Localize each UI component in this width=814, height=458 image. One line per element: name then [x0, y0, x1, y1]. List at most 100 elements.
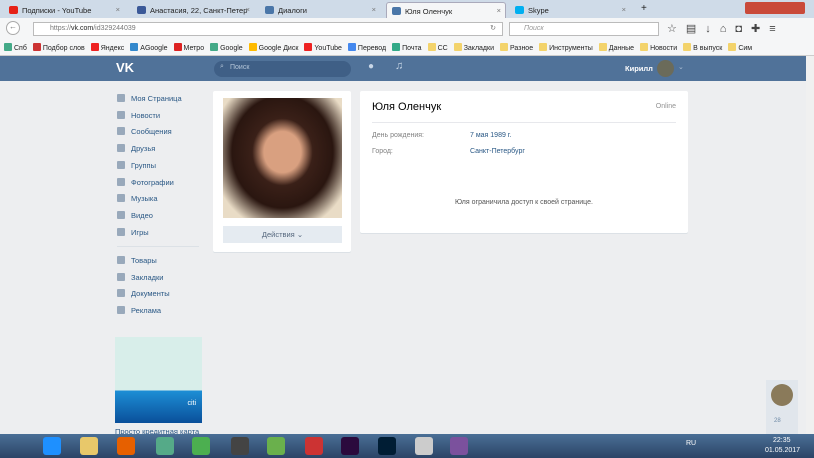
bookmark-item[interactable]: Подбор слов	[32, 43, 85, 52]
ad-image[interactable]: citi	[115, 337, 202, 423]
taskbar-app-icon[interactable]	[192, 437, 210, 455]
tab-skype[interactable]: Skype ×	[510, 2, 630, 18]
sidebar-item[interactable]: Моя Страница	[117, 94, 182, 103]
taskbar-app-icon[interactable]	[341, 437, 359, 455]
bookmark-item[interactable]: Новости	[640, 43, 677, 52]
window-controls[interactable]	[745, 2, 805, 14]
toolbar-icons[interactable]: ☆▤↓⌂◘✚≡	[667, 22, 785, 35]
profile-photo[interactable]	[223, 98, 342, 218]
chevron-down-icon[interactable]: ⌄	[678, 63, 684, 71]
bookmark-icon	[728, 43, 737, 51]
sidebar-item-label: Фотографии	[131, 177, 174, 187]
tab-label: Юля Оленчук	[405, 7, 453, 16]
reload-icon[interactable]: ↻	[490, 24, 496, 32]
bookmark-item[interactable]: CC	[427, 43, 448, 52]
bookmark-item[interactable]: Яндекс	[90, 43, 124, 52]
sidebar-item-label: Закладки	[131, 272, 164, 282]
bookmark-item[interactable]: Почта	[392, 43, 422, 52]
close-icon[interactable]: ×	[372, 5, 376, 14]
sidebar-item-label: Друзья	[131, 144, 156, 154]
bookmark-item[interactable]: Google Диск	[248, 43, 299, 52]
browser-search-input[interactable]: Поиск	[509, 22, 659, 36]
sidebar-item[interactable]: Документы	[117, 289, 170, 298]
bookmark-item[interactable]: Метро	[173, 43, 204, 52]
sidebar-item[interactable]: Закладки	[117, 272, 164, 282]
bookmark-item[interactable]: В выпуск	[683, 43, 722, 52]
birthday-value[interactable]: 7 мая 1989 г.	[470, 132, 511, 139]
sidebar-item[interactable]: Музыка	[117, 194, 158, 203]
taskbar-app-icon[interactable]	[231, 437, 249, 455]
youtube-icon	[9, 6, 18, 14]
online-count: 28	[774, 418, 781, 424]
menu-icon	[117, 127, 125, 136]
new-tab-button[interactable]: +	[637, 2, 647, 18]
vk-header: VK ● ♫ Кирилл ⌄	[0, 56, 806, 81]
tab-profile[interactable]: Юля Оленчук ×	[386, 2, 506, 18]
sidebar-item[interactable]: Игры	[117, 227, 149, 237]
taskbar-app-icon[interactable]	[156, 437, 174, 455]
user-name[interactable]: Кирилл	[625, 64, 653, 73]
city-value[interactable]: Санкт-Петербург	[470, 148, 525, 155]
bookmark-item[interactable]: Спб	[4, 43, 27, 52]
taskbar-app-icon[interactable]	[450, 437, 468, 455]
bookmark-item[interactable]: YouTube	[304, 43, 342, 52]
bookmark-icon	[4, 43, 12, 51]
bookmark-icon	[347, 43, 356, 51]
language-indicator[interactable]: RU	[686, 440, 696, 447]
tab-youtube[interactable]: Подписки - YouTube ×	[4, 2, 124, 18]
profile-name: Юля Оленчук	[372, 101, 442, 113]
taskbar-app-icon[interactable]	[378, 437, 396, 455]
bookmark-item[interactable]: Сим	[728, 43, 752, 52]
sidebar-item[interactable]: Видео	[117, 210, 153, 220]
music-icon[interactable]: ♫	[395, 60, 403, 72]
taskbar-app-icon[interactable]	[415, 437, 433, 455]
sidebar-item-label: Музыка	[131, 194, 158, 204]
clock-time[interactable]: 22:35	[773, 437, 791, 444]
taskbar-app-icon[interactable]	[43, 437, 61, 455]
close-icon[interactable]: ×	[246, 5, 250, 14]
actions-button[interactable]: Действия ⌄	[223, 226, 342, 243]
sidebar-item[interactable]: Новости	[117, 110, 160, 120]
close-icon[interactable]: ×	[497, 6, 501, 15]
taskbar-app-icon[interactable]	[267, 437, 285, 455]
close-icon[interactable]: ×	[116, 5, 120, 14]
sidebar-item[interactable]: Реклама	[117, 306, 161, 315]
tab-dialogs[interactable]: Диалоги ×	[260, 2, 380, 18]
sidebar-item[interactable]: Товары	[117, 256, 157, 265]
menu-icon	[117, 272, 125, 281]
bookmark-item[interactable]: Разное	[499, 43, 533, 52]
bookmark-item[interactable]: Закладки	[453, 43, 494, 52]
bookmark-item[interactable]: Google	[210, 43, 243, 52]
taskbar-app-icon[interactable]	[117, 437, 135, 455]
vk-search-input[interactable]: ⌕ Поиск	[214, 61, 351, 77]
taskbar-app-icon[interactable]	[80, 437, 98, 455]
chat-avatar[interactable]	[771, 384, 793, 406]
bookmark-label: YouTube	[314, 45, 342, 52]
bookmark-label: Google Диск	[258, 45, 299, 52]
bookmark-icon	[539, 43, 548, 51]
sidebar-item[interactable]: Друзья	[117, 144, 155, 153]
close-icon[interactable]: ×	[622, 5, 626, 14]
notifications-icon[interactable]: ●	[368, 61, 374, 72]
tab-anastasia[interactable]: Анастасия, 22, Санкт-Петер ×	[132, 2, 254, 18]
bookmark-label: Почта	[402, 45, 422, 52]
bookmark-item[interactable]: Перевод	[347, 43, 386, 52]
sidebar-item[interactable]: Группы	[117, 160, 156, 170]
user-avatar[interactable]	[657, 60, 674, 77]
chat-widget[interactable]: 28	[766, 380, 798, 434]
sidebar-item[interactable]: Фотографии	[117, 177, 174, 187]
vk-logo[interactable]: VK	[116, 60, 134, 75]
back-button[interactable]: ←	[6, 21, 20, 35]
menu-icon	[117, 256, 125, 264]
url-bar[interactable]: https://vk.com/id329244039 ↻	[33, 22, 503, 36]
bookmark-item[interactable]: Инструменты	[539, 43, 593, 52]
sidebar-item[interactable]: Сообщения	[117, 127, 172, 136]
bookmark-item[interactable]: AGoogle	[130, 43, 168, 52]
sidebar-item-label: Реклама	[131, 306, 162, 316]
scrollbar[interactable]	[806, 56, 814, 434]
bookmark-item[interactable]: Данные	[598, 43, 634, 52]
clock-date[interactable]: 01.05.2017	[765, 447, 800, 454]
taskbar-app-icon[interactable]	[305, 437, 323, 455]
tab-strip: Подписки - YouTube × Анастасия, 22, Санкт…	[0, 0, 814, 18]
sidebar-item-label: Группы	[131, 160, 156, 170]
